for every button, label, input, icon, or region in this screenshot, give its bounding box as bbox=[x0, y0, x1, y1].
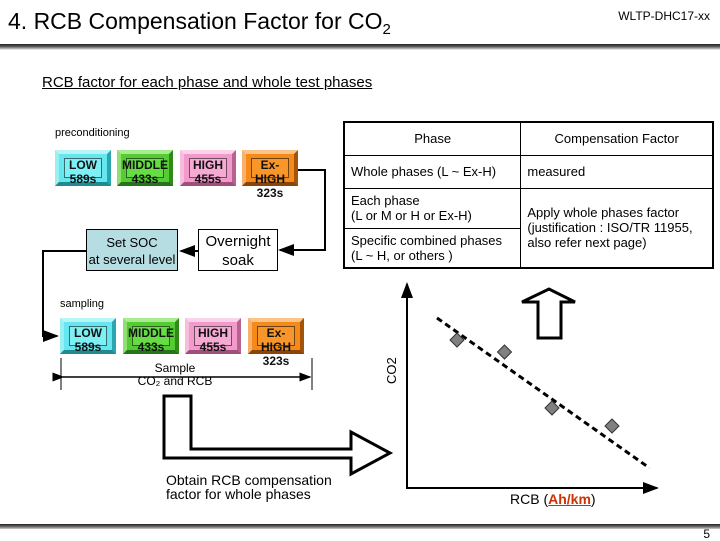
table-header-factor: Compensation Factor bbox=[520, 121, 714, 156]
up-arrow-icon bbox=[521, 287, 576, 340]
table-cell-phase: Each phase (L or M or H or Ex-H) bbox=[343, 187, 522, 229]
data-point bbox=[496, 344, 513, 360]
obtain-arrow-icon bbox=[162, 394, 394, 477]
compensation-table: Phase Compensation Factor Whole phases (… bbox=[343, 121, 714, 269]
diagram-lines bbox=[42, 169, 659, 494]
table-cell-factor-shared: Apply whole phases factor (justification … bbox=[520, 187, 714, 269]
chart-x-unit: Ah/km bbox=[548, 491, 591, 507]
flow-connector-exhigh-to-soak bbox=[278, 169, 326, 256]
page-number: 5 bbox=[703, 527, 710, 541]
table-header-phase: Phase bbox=[343, 121, 522, 156]
data-point bbox=[544, 400, 560, 416]
table-row: Each phase (L or M or H or Ex-H) Apply wh… bbox=[343, 187, 714, 269]
data-point bbox=[604, 418, 620, 434]
table-row: Whole phases (L ~ Ex-H) measured bbox=[343, 154, 714, 189]
chart-x-label: RCB (Ah/km) bbox=[510, 491, 596, 507]
trend-line bbox=[436, 316, 651, 470]
chart-y-label: CO2 bbox=[384, 357, 399, 384]
table-cell-phase: Whole phases (L ~ Ex-H) bbox=[343, 154, 522, 189]
flow-connector-soc-to-sampling bbox=[42, 250, 86, 342]
footer-divider bbox=[0, 524, 720, 529]
table-cell-phase: Specific combined phases (L ~ H, or other… bbox=[343, 227, 522, 269]
table-cell-factor: measured bbox=[520, 154, 714, 189]
